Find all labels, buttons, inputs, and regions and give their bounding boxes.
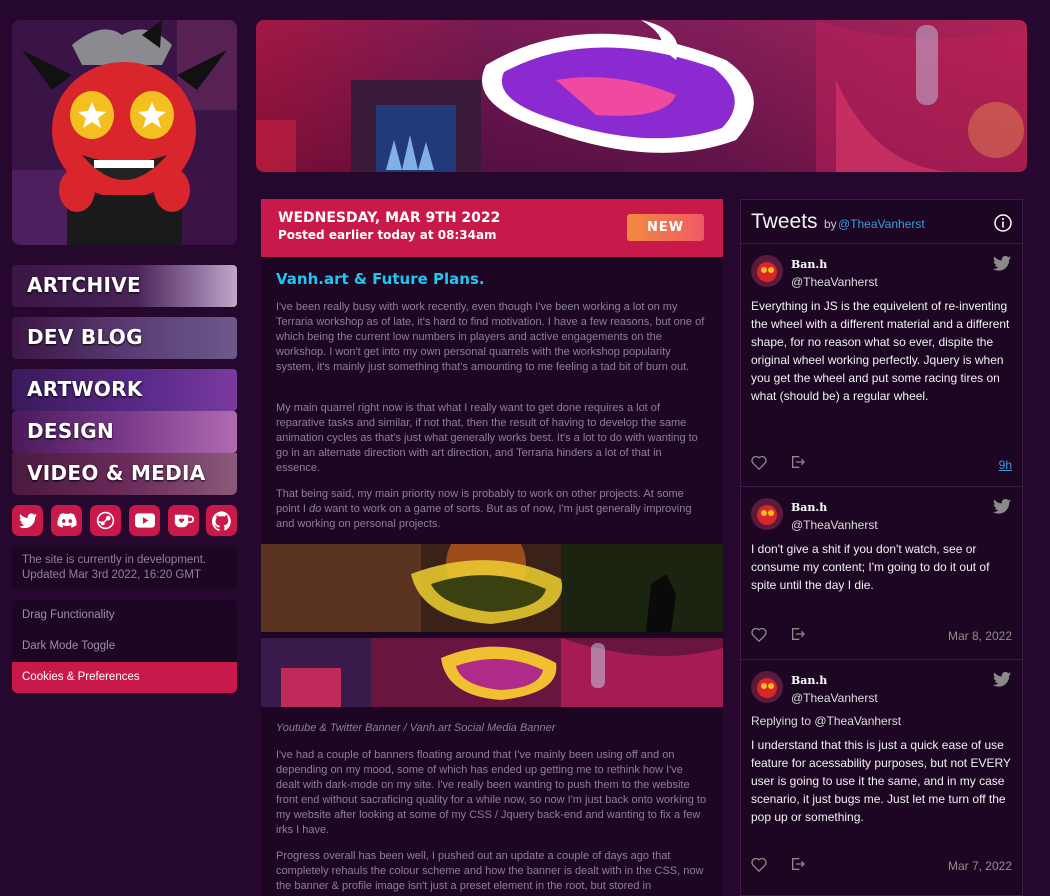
tweet-avatar[interactable] — [751, 671, 783, 703]
nav-video-media[interactable]: VIDEO & MEDIA — [12, 453, 237, 495]
steam-icon — [96, 511, 115, 530]
twitter-bird-icon[interactable] — [993, 499, 1011, 514]
tweet-author-name[interactable]: Ban.h — [791, 501, 827, 514]
like-heart-icon[interactable] — [751, 857, 767, 872]
github-icon — [211, 510, 231, 531]
like-heart-icon[interactable] — [751, 627, 767, 642]
twitter-button[interactable] — [12, 505, 43, 536]
tweet-timestamp[interactable]: Mar 7, 2022 — [948, 859, 1012, 873]
tweet-author-handle[interactable]: @TheaVanherst — [791, 691, 878, 705]
tweet-text: Everything in JS is the equivelent of re… — [751, 299, 1010, 403]
dark-mode-toggle-label: Dark Mode Toggle — [22, 640, 116, 652]
site-banner — [256, 20, 1027, 172]
tweet-reply-context[interactable]: Replying to @TheaVanherst — [751, 714, 901, 728]
nav-dev-blog-label: DEV BLOG — [27, 325, 143, 349]
new-badge: NEW — [627, 214, 704, 241]
dev-updated-line: Updated Mar 3rd 2022, 16:20 GMT — [22, 569, 201, 581]
post-paragraph: Progress overall has been well, I pushed… — [276, 850, 704, 892]
youtube-icon — [134, 513, 155, 528]
tweet-text: I don't give a shit if you don't watch, … — [751, 542, 990, 592]
share-icon[interactable] — [790, 626, 806, 642]
tweet-author-handle[interactable]: @TheaVanherst — [791, 275, 878, 289]
nav-artchive[interactable]: ARTCHIVE — [12, 265, 237, 307]
twitter-bird-icon[interactable] — [993, 256, 1011, 271]
post-paragraph-part: want to work on a game of sorts. But as … — [276, 503, 692, 530]
nav-artwork-label: ARTWORK — [27, 377, 143, 401]
github-button[interactable] — [206, 505, 237, 536]
drag-functionality-option[interactable]: Drag Functionality — [12, 600, 237, 631]
tweet-item[interactable]: Ban.h @TheaVanherst Everything in JS is … — [741, 243, 1022, 486]
nav-artwork[interactable]: ARTWORK — [12, 369, 237, 411]
steam-button[interactable] — [90, 505, 121, 536]
dev-status-note: The site is currently in development. Up… — [12, 545, 237, 589]
discord-button[interactable] — [51, 505, 82, 536]
nav-design[interactable]: DESIGN — [12, 411, 237, 453]
profile-avatar — [12, 20, 237, 245]
post-date: WEDNESDAY, MAR 9TH 2022 — [278, 210, 501, 226]
tweet-avatar[interactable] — [751, 498, 783, 530]
tweet-item[interactable]: Ban.h @TheaVanherst Replying to @TheaVan… — [741, 659, 1022, 892]
tweet-avatar[interactable] — [751, 255, 783, 287]
post-paragraph-emphasis: do — [309, 503, 322, 515]
youtube-banner-image — [261, 544, 723, 632]
info-icon[interactable] — [994, 214, 1012, 232]
tweet-author-handle[interactable]: @TheaVanherst — [791, 518, 878, 532]
post-paragraph: My main quarrel right now is that what I… — [276, 402, 698, 474]
cookies-preferences-label: Cookies & Preferences — [22, 671, 140, 683]
nav-dev-blog[interactable]: DEV BLOG — [12, 317, 237, 359]
dev-status-line: The site is currently in development. — [22, 554, 207, 566]
post-paragraph: I've been really busy with work recently… — [276, 301, 705, 373]
tweets-by: by — [824, 217, 837, 231]
post-paragraph: That being said, my main priority now is… — [276, 487, 708, 532]
tweets-title: Tweets — [751, 210, 818, 233]
cookies-preferences-option[interactable]: Cookies & Preferences — [12, 662, 237, 693]
tweet-item[interactable]: Ban.h @TheaVanherst I don't give a shit … — [741, 486, 1022, 659]
post-title: Vanh.art & Future Plans. — [276, 270, 485, 288]
nav-video-media-label: VIDEO & MEDIA — [27, 461, 206, 485]
share-icon[interactable] — [790, 856, 806, 872]
like-heart-icon[interactable] — [751, 455, 767, 470]
image-caption: Youtube & Twitter Banner / Vanh.art Soci… — [276, 722, 556, 734]
tweets-profile-link[interactable]: @TheaVanherst — [838, 217, 925, 231]
tweet-text: I understand that this is just a quick e… — [751, 738, 1011, 824]
twitter-bird-icon[interactable] — [993, 672, 1011, 687]
share-icon[interactable] — [790, 454, 806, 470]
twitter-timeline: Tweets by @TheaVanherst Ban.h @TheaVanhe… — [740, 199, 1023, 896]
tweet-author-name[interactable]: Ban.h — [791, 674, 827, 687]
drag-functionality-label: Drag Functionality — [22, 609, 115, 621]
social-media-banner-image — [261, 638, 723, 707]
nav-artchive-label: ARTCHIVE — [27, 273, 142, 297]
kofi-button[interactable] — [168, 505, 199, 536]
twitter-icon — [18, 512, 37, 528]
post-header: WEDNESDAY, MAR 9TH 2022 Posted earlier t… — [261, 199, 723, 257]
discord-icon — [56, 513, 77, 528]
blog-post: WEDNESDAY, MAR 9TH 2022 Posted earlier t… — [261, 199, 723, 896]
tweet-timestamp[interactable]: 9h — [999, 458, 1012, 472]
dark-mode-toggle-option[interactable]: Dark Mode Toggle — [12, 631, 237, 662]
youtube-button[interactable] — [129, 505, 160, 536]
post-time: Posted earlier today at 08:34am — [278, 228, 497, 242]
post-paragraph: I've had a couple of banners floating ar… — [276, 749, 707, 836]
nav-design-label: DESIGN — [27, 419, 115, 443]
kofi-icon — [174, 514, 194, 527]
tweet-author-name[interactable]: Ban.h — [791, 258, 827, 271]
tweet-timestamp[interactable]: Mar 8, 2022 — [948, 629, 1012, 643]
